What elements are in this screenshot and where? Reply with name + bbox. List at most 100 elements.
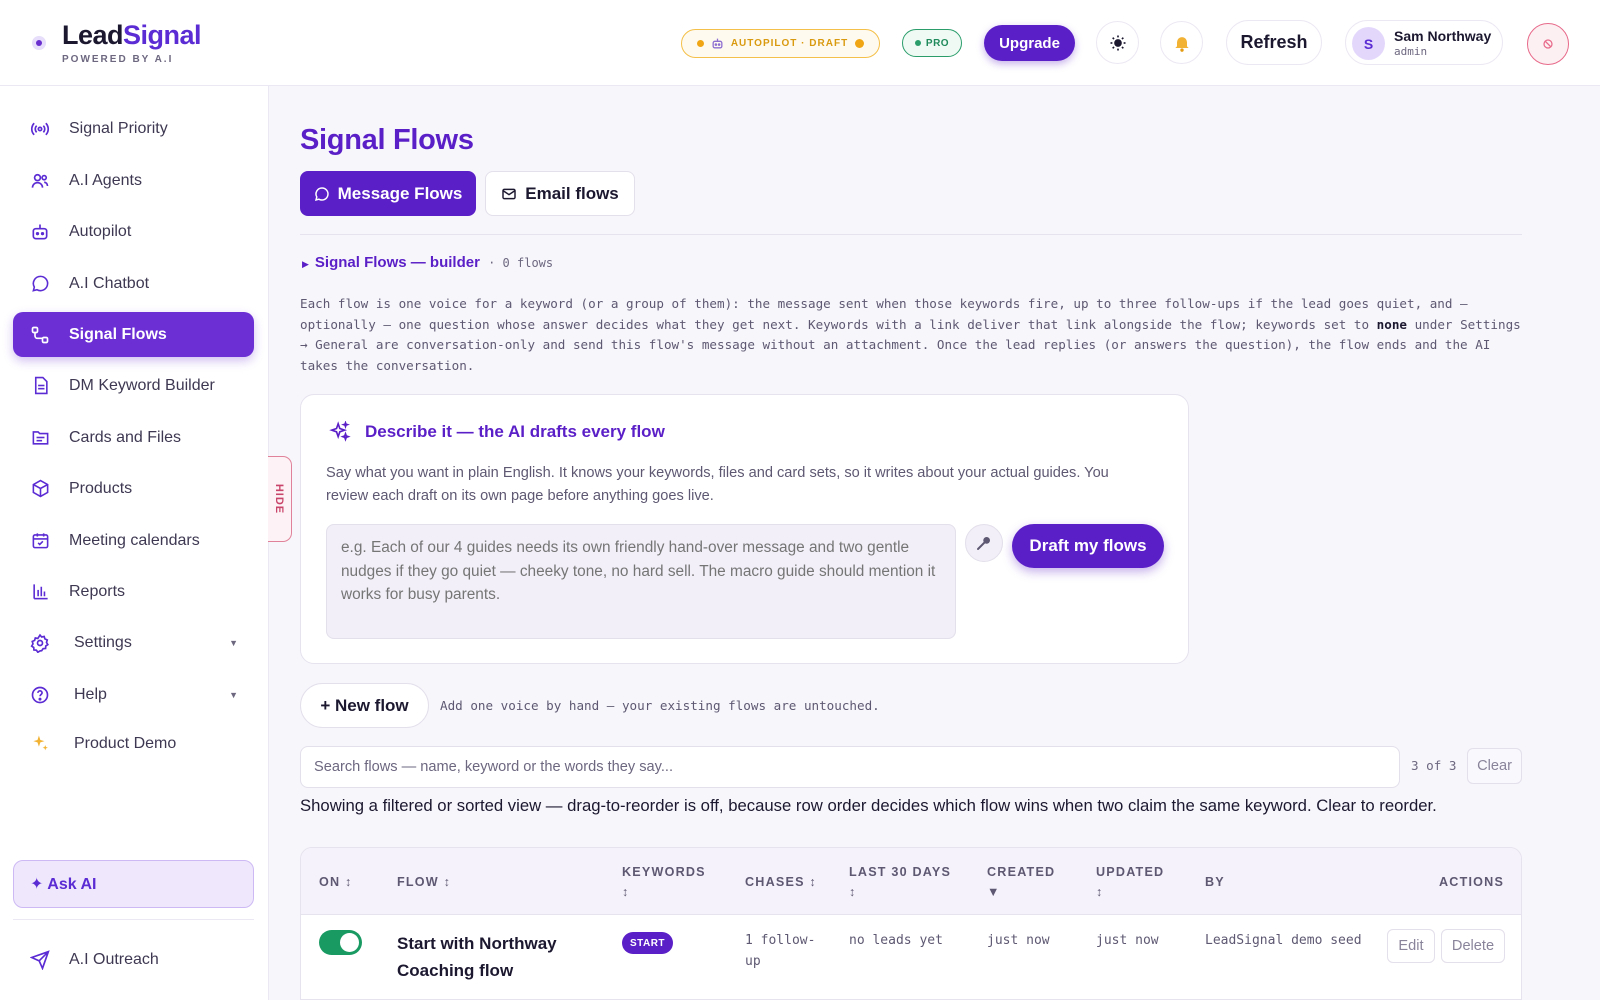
- sidebar-item-label: Settings: [74, 633, 132, 651]
- intro-text: Each flow is one voice for a keyword (or…: [300, 296, 1521, 373]
- column-header-last-30-days[interactable]: LAST 30 DAYS ↕: [849, 862, 959, 902]
- voice-input-button[interactable]: [965, 524, 1003, 562]
- flow-icon: [29, 324, 51, 346]
- column-header-on[interactable]: ON ↕: [319, 872, 353, 892]
- robot-icon: [712, 38, 723, 49]
- chat-icon: [314, 186, 329, 201]
- sidebar-item-ai-outreach[interactable]: A.I Outreach: [13, 937, 254, 982]
- sidebar-item-product-demo[interactable]: Product Demo: [13, 721, 254, 766]
- flows-table: ON ↕ FLOW ↕ KEYWORDS ↕ CHASES ↕ LAST 30 …: [300, 847, 1522, 1000]
- ai-card-description: Say what you want in plain English. It k…: [326, 465, 1109, 504]
- theme-toggle-button[interactable]: [1096, 21, 1139, 64]
- caret-right-icon: ▶: [302, 259, 309, 269]
- send-icon: [29, 949, 51, 971]
- tab-email-flows[interactable]: Email flows: [485, 171, 635, 216]
- mail-icon: [502, 188, 516, 199]
- chevron-down-icon: ▼: [229, 637, 238, 648]
- sidebar-item-label: A.I Chatbot: [69, 274, 150, 292]
- flow-created: just now: [987, 933, 1050, 948]
- ask-ai-button[interactable]: ✦ Ask AI: [13, 860, 254, 908]
- brand-name: LeadSignal: [62, 20, 202, 50]
- sidebar: Signal Priority A.I Agents Autopilot A.I…: [0, 86, 269, 1000]
- column-header-flow[interactable]: FLOW ↕: [397, 872, 451, 892]
- sidebar-item-label: Signal Flows: [69, 325, 167, 343]
- column-header-keywords[interactable]: KEYWORDS ↕: [622, 862, 712, 902]
- status-dot-icon: [855, 39, 865, 48]
- ai-card-title: Describe it — the AI drafts every flow: [329, 421, 665, 443]
- builder-title: Signal Flows — builder: [314, 254, 480, 271]
- tab-message-flows[interactable]: Message Flows: [300, 171, 476, 216]
- box-icon: [29, 478, 51, 500]
- sidebar-item-cards-and-files[interactable]: Cards and Files: [13, 415, 254, 460]
- refresh-button[interactable]: Refresh: [1226, 20, 1322, 65]
- autopilot-status-text: AUTOPILOT · DRAFT: [730, 38, 849, 49]
- column-header-chases[interactable]: CHASES ↕: [745, 872, 817, 892]
- new-flow-note: Add one voice by hand — your existing fl…: [440, 698, 880, 713]
- new-flow-button[interactable]: + New flow: [300, 683, 429, 728]
- sidebar-item-label: Help: [74, 685, 107, 703]
- avatar: S: [1352, 27, 1385, 60]
- sidebar-item-autopilot[interactable]: Autopilot: [13, 209, 254, 254]
- upgrade-button[interactable]: Upgrade: [984, 25, 1075, 61]
- sidebar-item-help[interactable]: Help ▼: [13, 672, 254, 717]
- tab-label: Message Flows: [337, 183, 463, 203]
- ai-draft-card: Describe it — the AI drafts every flow S…: [300, 394, 1189, 664]
- top-bar: LeadSignal POWERED BY A.I AUTOPILOT · DR…: [0, 0, 1600, 86]
- sidebar-item-label: DM Keyword Builder: [69, 376, 215, 394]
- sidebar-item-label: Autopilot: [69, 222, 132, 240]
- sidebar-item-settings[interactable]: Settings ▼: [13, 620, 254, 665]
- builder-section-toggle[interactable]: ▶ Signal Flows — builder · 0 flows: [302, 254, 553, 271]
- flow-author: LeadSignal demo seed: [1205, 933, 1362, 948]
- sidebar-item-ai-agents[interactable]: A.I Agents: [13, 158, 254, 203]
- sidebar-item-label: Products: [69, 479, 133, 497]
- bar-chart-icon: [29, 581, 51, 603]
- flow-updated: just now: [1096, 933, 1159, 948]
- sidebar-item-label: A.I Agents: [69, 171, 142, 189]
- sidebar-item-signal-priority[interactable]: Signal Priority: [13, 106, 254, 151]
- clear-button[interactable]: Clear: [1467, 748, 1522, 784]
- robot-icon: [29, 221, 51, 243]
- sidebar-item-label: Reports: [69, 582, 126, 600]
- table-header: ON ↕ FLOW ↕ KEYWORDS ↕ CHASES ↕ LAST 30 …: [301, 848, 1521, 915]
- sidebar-item-products[interactable]: Products: [13, 466, 254, 511]
- ai-prompt-input[interactable]: [326, 524, 956, 639]
- plan-badge-text: PRO: [925, 37, 950, 49]
- section-divider: [300, 234, 1522, 235]
- user-menu[interactable]: S Sam Northway admin: [1345, 20, 1503, 65]
- chevron-down-icon: ▼: [229, 689, 238, 700]
- sun-icon: [1110, 35, 1125, 50]
- sidebar-item-reports[interactable]: Reports: [13, 569, 254, 614]
- status-dot-icon: [696, 40, 704, 47]
- column-header-updated[interactable]: UPDATED ↕: [1096, 862, 1176, 902]
- column-header-created[interactable]: CREATED ▼: [987, 862, 1067, 902]
- hide-sidebar-tab[interactable]: HIDE: [268, 456, 292, 542]
- sparkle-icon: [329, 421, 351, 442]
- search-flows-input[interactable]: [300, 746, 1400, 788]
- autopilot-status-pill[interactable]: AUTOPILOT · DRAFT: [681, 29, 880, 58]
- column-header-by: BY: [1205, 875, 1225, 889]
- notifications-button[interactable]: [1160, 21, 1203, 64]
- bell-icon: [1174, 36, 1189, 52]
- flow-name[interactable]: Start with Northway Coaching flow: [397, 930, 597, 984]
- file-icon: [29, 427, 51, 449]
- draft-flows-button[interactable]: Draft my flows: [1012, 524, 1164, 568]
- edit-button[interactable]: Edit: [1387, 929, 1435, 963]
- brand-dot-icon: [32, 36, 46, 50]
- sidebar-item-dm-keyword-builder[interactable]: DM Keyword Builder: [13, 363, 254, 408]
- status-dot-icon: [914, 40, 921, 46]
- agents-icon: [29, 170, 51, 192]
- delete-button[interactable]: Delete: [1441, 929, 1505, 963]
- flow-enabled-toggle[interactable]: [319, 930, 362, 955]
- plan-badge: PRO: [902, 29, 962, 57]
- logout-button[interactable]: [1527, 23, 1569, 65]
- sidebar-item-ai-chatbot[interactable]: A.I Chatbot: [13, 261, 254, 306]
- sidebar-item-meeting-calendars[interactable]: Meeting calendars: [13, 518, 254, 563]
- result-count: 3 of 3: [1411, 758, 1457, 773]
- sidebar-item-label: Cards and Files: [69, 428, 182, 446]
- sparkle-icon: [29, 733, 51, 755]
- help-icon: [29, 684, 51, 706]
- signal-icon: [29, 118, 51, 140]
- sidebar-item-label: A.I Outreach: [69, 950, 159, 968]
- sidebar-item-signal-flows[interactable]: Signal Flows: [13, 312, 254, 357]
- calendar-icon: [29, 530, 51, 552]
